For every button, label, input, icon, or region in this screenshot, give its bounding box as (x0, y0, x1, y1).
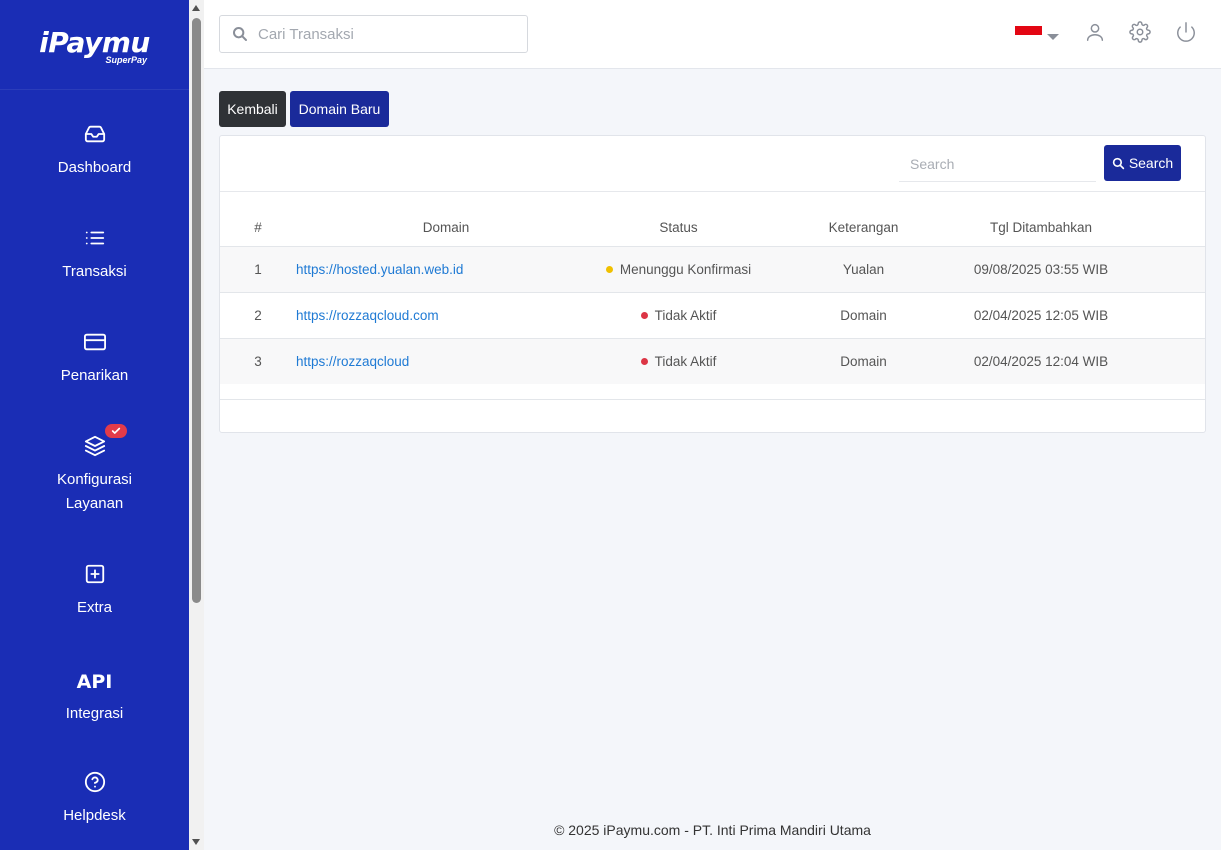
sidebar: iPaymu SuperPay Dashboard Transaksi Pena… (0, 0, 189, 850)
status-dot-icon (640, 311, 648, 319)
sidebar-item-integrasi[interactable]: API Integrasi (0, 670, 189, 726)
date-cell: 02/04/2025 12:05 WIB (916, 292, 1166, 339)
column-header-domain[interactable]: Domain (296, 209, 546, 247)
scroll-thumb[interactable] (192, 18, 201, 603)
domain-link[interactable]: https://hosted.yualan.web.id (296, 262, 463, 277)
sidebar-item-transaksi[interactable]: Transaksi (0, 226, 189, 284)
sidebar-item-label: Transaksi (62, 263, 127, 280)
table-row: 2 https://rozzaqcloud.com Tidak Aktif Do… (220, 292, 1205, 339)
new-domain-button[interactable]: Domain Baru (290, 91, 389, 127)
sidebar-scrollbar[interactable] (189, 0, 204, 850)
scroll-up-arrow-icon[interactable] (192, 5, 200, 11)
check-badge (104, 424, 127, 438)
sidebar-item-label-line1: Konfigurasi (56, 471, 133, 488)
top-header (204, 0, 1221, 69)
search-icon (233, 27, 247, 41)
domain-link[interactable]: https://rozzaqcloud (296, 354, 409, 369)
status-text: Menunggu Konfirmasi (619, 261, 752, 277)
inbox-icon (83, 122, 107, 146)
search-icon (1112, 157, 1124, 169)
power-icon[interactable] (1175, 21, 1197, 43)
sidebar-item-label: Integrasi (65, 705, 124, 722)
column-header-number[interactable]: # (220, 209, 296, 247)
sidebar-item-label: Extra (76, 599, 112, 616)
domain-link[interactable]: https://rozzaqcloud.com (296, 308, 439, 323)
transaction-search[interactable] (219, 15, 528, 53)
list-icon (83, 226, 107, 250)
sidebar-item-extra[interactable]: Extra (0, 562, 189, 620)
status-cell: Tidak Aktif (546, 292, 811, 339)
domain-table: # Domain Status Keterangan Tgl Ditambahk… (220, 209, 1205, 384)
sidebar-item-dashboard[interactable]: Dashboard (0, 122, 189, 180)
date-cell: 02/04/2025 12:04 WIB (916, 338, 1166, 384)
search-button-label: Search (1128, 155, 1174, 171)
layers-icon (83, 424, 127, 458)
sidebar-item-label-line2: Layanan (65, 495, 124, 512)
row-number: 2 (220, 292, 296, 339)
sidebar-item-helpdesk[interactable]: Helpdesk (0, 770, 189, 828)
indonesia-flag-icon[interactable] (1015, 26, 1042, 44)
user-icon[interactable] (1084, 21, 1106, 43)
keterangan-cell: Domain (811, 338, 916, 384)
brand-name: iPaymu (39, 25, 150, 59)
domain-list-card: Search # Domain Status Keterangan Tgl Di… (219, 135, 1206, 433)
table-search-input[interactable] (899, 146, 1096, 182)
check-icon (111, 427, 120, 434)
search-input[interactable] (258, 25, 518, 43)
brand-sub: SuperPay (105, 54, 147, 65)
column-header-status[interactable]: Status (546, 209, 811, 247)
column-header-keterangan[interactable]: Keterangan (811, 209, 916, 247)
keterangan-cell: Yualan (811, 246, 916, 293)
row-number: 3 (220, 338, 296, 384)
status-dot-icon (605, 265, 613, 273)
row-number: 1 (220, 246, 296, 293)
sidebar-item-konfigurasi-layanan[interactable]: Konfigurasi Layanan (0, 424, 189, 516)
column-header-tgl-ditambahkan[interactable]: Tgl Ditambahkan (916, 209, 1166, 247)
card-header: Search (220, 136, 1205, 192)
table-row: 1 https://hosted.yualan.web.id Menunggu … (220, 246, 1205, 293)
status-text: Tidak Aktif (654, 307, 717, 323)
back-button[interactable]: Kembali (219, 91, 286, 127)
sidebar-item-penarikan[interactable]: Penarikan (0, 330, 189, 388)
help-circle-icon (83, 770, 107, 794)
date-cell: 09/08/2025 03:55 WIB (916, 246, 1166, 293)
page-footer: © 2025 iPaymu.com - PT. Inti Prima Mandi… (554, 822, 871, 838)
table-row: 3 https://rozzaqcloud Tidak Aktif Domain… (220, 338, 1205, 384)
table-header-row: # Domain Status Keterangan Tgl Ditambahk… (220, 209, 1205, 247)
column-header-spacer (1166, 209, 1205, 247)
sidebar-item-label: Helpdesk (63, 807, 126, 824)
status-cell: Tidak Aktif (546, 338, 811, 384)
sidebar-item-label: Dashboard (57, 159, 132, 176)
sidebar-item-label: Penarikan (60, 367, 129, 384)
api-icon: API (76, 671, 113, 693)
search-button[interactable]: Search (1104, 145, 1181, 181)
card-footer (220, 399, 1205, 400)
chevron-down-icon[interactable] (1047, 34, 1059, 40)
gear-icon[interactable] (1129, 21, 1151, 43)
plus-square-icon (83, 562, 107, 586)
scroll-down-arrow-icon[interactable] (192, 839, 200, 845)
status-cell: Menunggu Konfirmasi (546, 246, 811, 293)
keterangan-cell: Domain (811, 292, 916, 339)
status-text: Tidak Aktif (654, 353, 717, 369)
status-dot-icon (640, 357, 648, 365)
brand-logo[interactable]: iPaymu SuperPay (0, 0, 189, 90)
credit-card-icon (83, 330, 107, 354)
